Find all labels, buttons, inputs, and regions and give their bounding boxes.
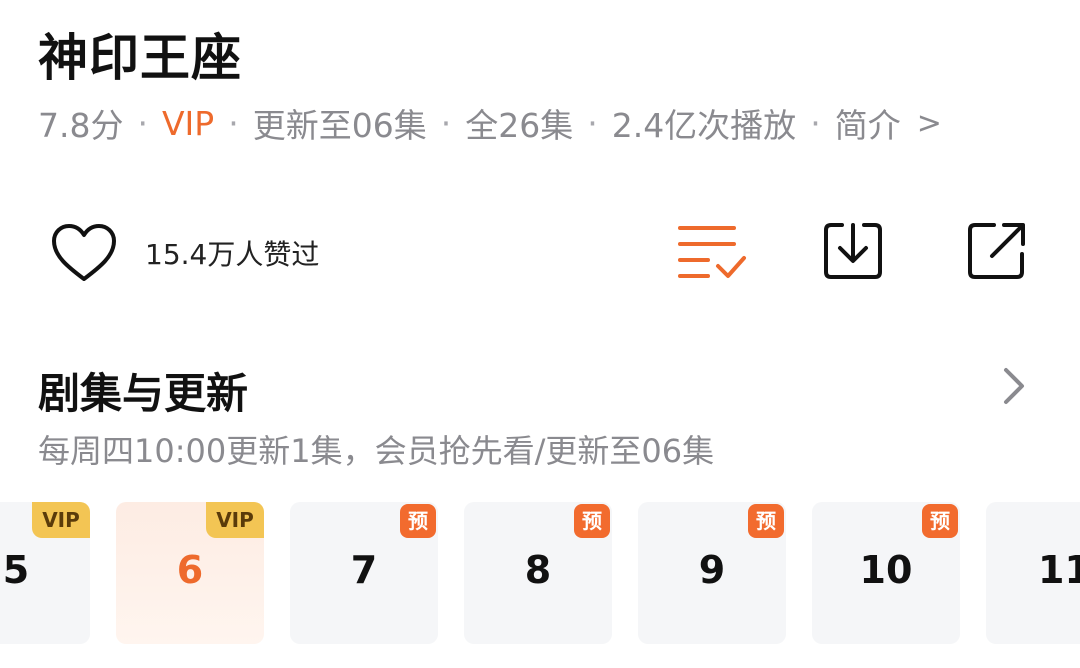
chevron-right-icon[interactable] (998, 366, 1028, 406)
episode-number: 6 (176, 548, 204, 592)
episode-number: 7 (350, 548, 378, 592)
episodes-section-title: 剧集与更新 (38, 369, 249, 418)
show-meta-row: 7.8分 · VIP · 更新至06集 · 全26集 · 2.4亿次播放 · 简… (38, 100, 942, 146)
vip-badge: VIP (206, 502, 264, 538)
episode-card-active[interactable]: 6 VIP (116, 502, 264, 644)
preview-badge: 预 (400, 504, 436, 538)
episode-number: 10 (859, 548, 913, 592)
episode-card[interactable]: 7 预 (290, 502, 438, 644)
chevron-right-icon[interactable]: > (917, 106, 942, 141)
episode-number: 8 (524, 548, 552, 592)
likes-count: 15.4万人赞过 (145, 238, 320, 271)
download-icon[interactable] (822, 220, 884, 282)
total-episodes-text: 全26集 (465, 106, 574, 145)
episodes-schedule-text: 每周四10:00更新1集，会员抢先看/更新至06集 (38, 432, 715, 470)
preview-badge: 预 (574, 504, 610, 538)
playlist-check-icon[interactable] (678, 222, 748, 282)
meta-separator: · (137, 103, 148, 143)
preview-badge: 预 (748, 504, 784, 538)
episode-number: 5 (2, 548, 30, 592)
meta-separator: · (228, 103, 239, 143)
episode-card[interactable]: 5 VIP (0, 502, 90, 644)
meta-separator: · (810, 103, 821, 143)
rating-text: 7.8分 (38, 106, 124, 145)
episode-card[interactable]: 9 预 (638, 502, 786, 644)
episode-list: 5 VIP 6 VIP 7 预 8 预 9 预 10 预 11 (0, 502, 1080, 644)
episode-card[interactable]: 10 预 (812, 502, 960, 644)
update-status-text: 更新至06集 (252, 106, 427, 145)
show-title: 神印王座 (38, 29, 242, 87)
share-icon[interactable] (966, 220, 1028, 282)
meta-separator: · (440, 103, 452, 143)
vip-badge: VIP (32, 502, 90, 538)
meta-separator: · (587, 103, 598, 143)
episode-card[interactable]: 11 (986, 502, 1080, 644)
vip-label: VIP (161, 103, 215, 143)
intro-link[interactable]: 简介 (835, 99, 901, 147)
episode-number: 11 (1038, 548, 1080, 592)
episode-number: 9 (698, 548, 726, 592)
episode-card[interactable]: 8 预 (464, 502, 612, 644)
heart-icon[interactable] (50, 223, 118, 283)
preview-badge: 预 (922, 504, 958, 538)
play-count-text: 2.4亿次播放 (611, 106, 797, 145)
